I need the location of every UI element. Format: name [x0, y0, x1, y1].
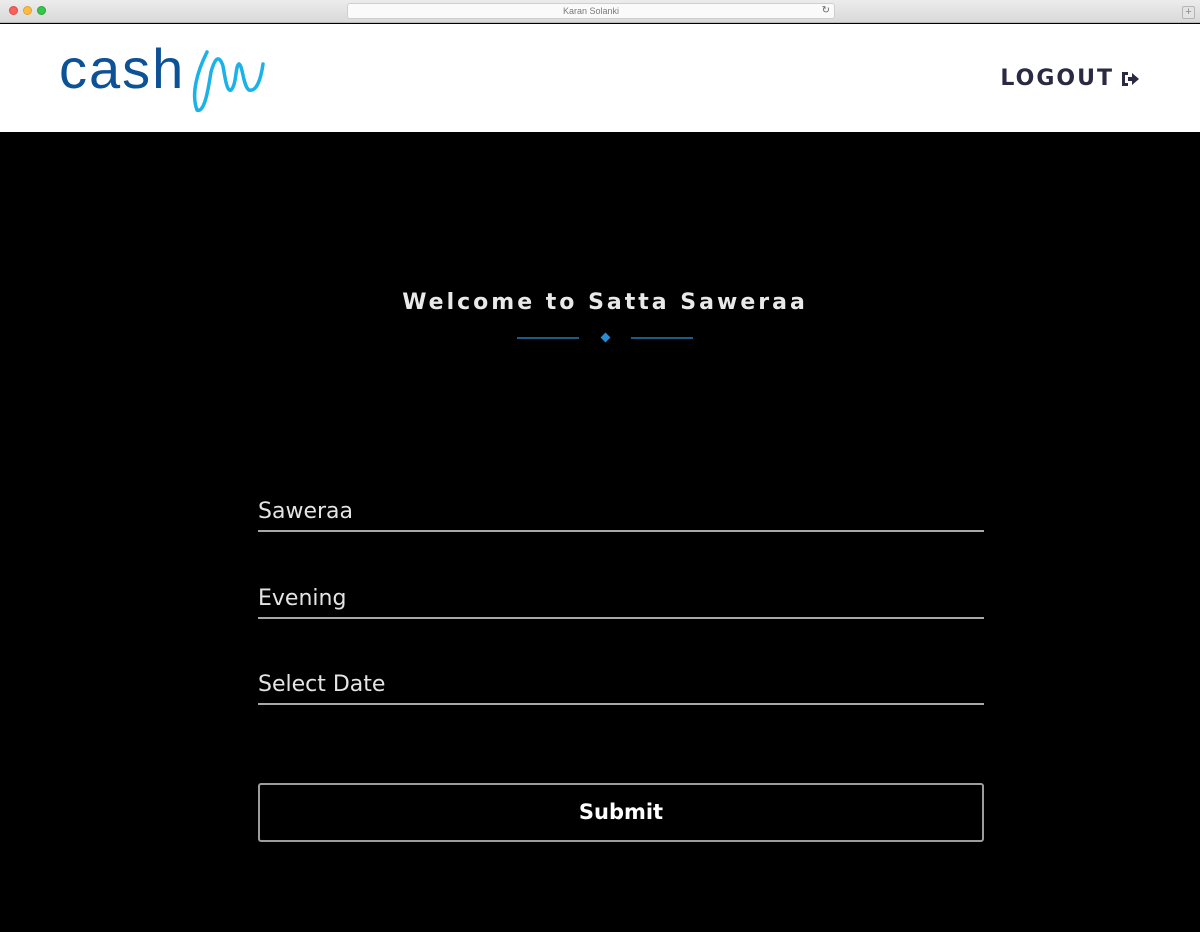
close-window-button[interactable]	[9, 6, 18, 15]
logo-wordmark: cash	[59, 37, 186, 100]
date-select-field[interactable]: Select Date	[258, 665, 984, 705]
reload-icon[interactable]: ↻	[822, 4, 830, 18]
title-divider	[517, 332, 697, 344]
zoom-window-button[interactable]	[37, 6, 46, 15]
logo-swirl-icon	[192, 50, 265, 112]
session-select-value: Evening	[258, 586, 347, 611]
date-select-value: Select Date	[258, 672, 386, 697]
browser-toolbar: Karan Solanki ↻ +	[0, 0, 1200, 23]
address-bar[interactable]: Karan Solanki ↻	[347, 3, 835, 19]
page-title: Welcome to Satta Saweraa	[402, 290, 808, 315]
diamond-icon	[600, 332, 611, 343]
logout-icon	[1122, 71, 1139, 86]
divider-line-right	[631, 337, 693, 339]
main-content: Welcome to Satta Saweraa Saweraa Evening…	[0, 132, 1200, 932]
game-select-field[interactable]: Saweraa	[258, 492, 984, 532]
submit-button[interactable]: Submit	[258, 783, 984, 842]
address-text: Karan Solanki	[562, 6, 620, 16]
site-header: cash LOGOUT	[0, 24, 1200, 132]
new-tab-button[interactable]: +	[1182, 6, 1195, 19]
session-select-field[interactable]: Evening	[258, 579, 984, 619]
game-select-value: Saweraa	[258, 499, 353, 524]
minimize-window-button[interactable]	[23, 6, 32, 15]
logout-label: LOGOUT	[1000, 66, 1114, 91]
divider-line-left	[517, 337, 579, 339]
logout-button[interactable]: LOGOUT	[1000, 66, 1140, 91]
cashlu-logo[interactable]: cash	[59, 37, 269, 114]
